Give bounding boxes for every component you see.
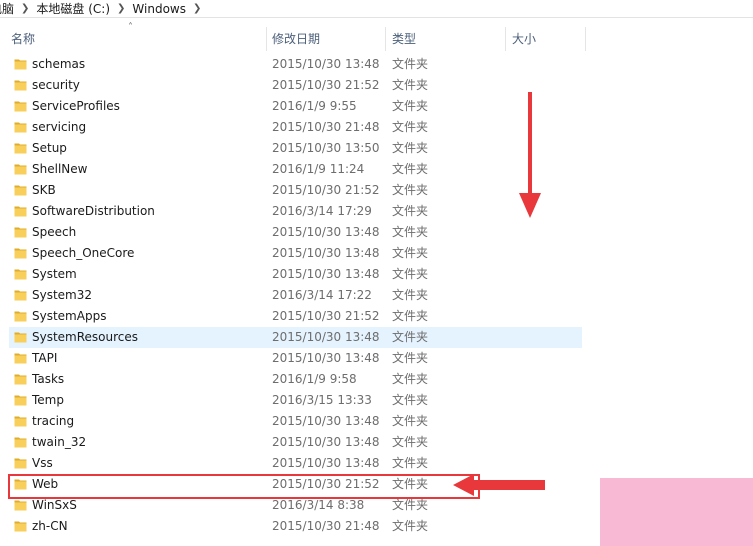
scroll-down-arrow-icon (519, 92, 541, 218)
annotation-arrows (453, 92, 545, 496)
point-left-arrow-icon (453, 474, 545, 496)
